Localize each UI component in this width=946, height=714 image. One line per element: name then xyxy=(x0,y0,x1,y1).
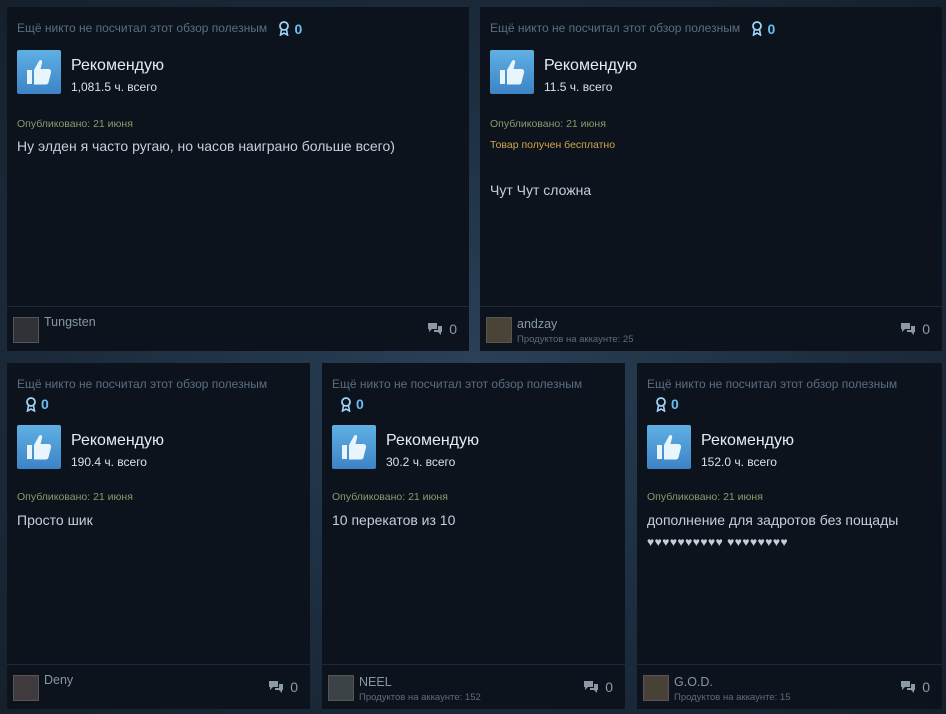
author-name[interactable]: andzay xyxy=(517,317,557,331)
award-ribbon-icon xyxy=(656,396,666,412)
comment-bubbles-icon xyxy=(901,681,916,693)
author-name[interactable]: NEEL xyxy=(359,675,392,689)
review-footer: G.O.D. Продуктов на аккаунте: 15 0 xyxy=(637,664,942,709)
review-footer: Tungsten 0 xyxy=(7,306,469,351)
thumbs-up-icon xyxy=(17,425,61,469)
helpful-status: Ещё никто не посчитал этот обзор полезны… xyxy=(17,20,302,37)
comments-count: 0 xyxy=(922,679,930,695)
award-button[interactable]: 0 xyxy=(340,396,364,412)
award-count: 0 xyxy=(671,396,679,412)
award-count: 0 xyxy=(356,396,364,412)
comments-button[interactable]: 0 xyxy=(427,321,457,337)
award-count: 0 xyxy=(767,20,776,37)
comments-count: 0 xyxy=(922,321,930,337)
products-count: Продуктов на аккаунте: 15 xyxy=(674,692,791,703)
thumbs-up-icon xyxy=(17,50,61,94)
recommendation-label[interactable]: Рекомендую xyxy=(386,432,479,450)
hours-played: 30.2 ч. всего xyxy=(386,455,456,469)
comment-bubbles-icon xyxy=(269,681,284,693)
thumbs-up-icon xyxy=(647,425,691,469)
helpful-text: Ещё никто не посчитал этот обзор полезны… xyxy=(647,377,898,391)
review-text: 10 перекатов из 10 xyxy=(332,512,456,528)
award-ribbon-icon xyxy=(26,396,36,412)
products-count: Продуктов на аккаунте: 25 xyxy=(517,334,634,345)
comment-bubbles-icon xyxy=(901,323,916,335)
review-text: Чут Чут сложна xyxy=(490,182,592,198)
award-ribbon-icon xyxy=(752,21,763,37)
award-button[interactable]: 0 xyxy=(25,396,49,412)
helpful-text: Ещё никто не посчитал этот обзор полезны… xyxy=(17,21,268,35)
comment-bubbles-icon xyxy=(428,323,443,335)
helpful-status: Ещё никто не посчитал этот обзор полезны… xyxy=(17,376,267,392)
author-name[interactable]: G.O.D. xyxy=(674,675,713,689)
review-footer: Deny 0 xyxy=(7,664,310,709)
hours-played: 1,081.5 ч. всего xyxy=(71,80,157,94)
helpful-status: Ещё никто не посчитал этот обзор полезны… xyxy=(332,376,582,392)
review-footer: NEEL Продуктов на аккаунте: 152 0 xyxy=(322,664,625,709)
recommendation-label[interactable]: Рекомендую xyxy=(71,57,164,75)
review-text: дополнение для задротов без пощады xyxy=(647,512,899,528)
award-count: 0 xyxy=(294,20,303,37)
thumbs-up-icon xyxy=(332,425,376,469)
comments-button[interactable]: 0 xyxy=(900,679,930,695)
hours-played: 190.4 ч. всего xyxy=(71,455,147,469)
award-count: 0 xyxy=(41,396,49,412)
thumbs-up-icon xyxy=(490,50,534,94)
posted-date: Опубликовано: 21 июня xyxy=(332,491,448,503)
recommendation-label[interactable]: Рекомендую xyxy=(701,432,794,450)
helpful-text: Ещё никто не посчитал этот обзор полезны… xyxy=(17,377,268,391)
posted-date: Опубликовано: 21 июня xyxy=(490,118,606,130)
hours-played: 11.5 ч. всего xyxy=(544,80,613,94)
avatar[interactable] xyxy=(13,317,39,343)
review-card: Ещё никто не посчитал этот обзор полезны… xyxy=(322,363,625,709)
avatar[interactable] xyxy=(643,675,669,701)
award-button[interactable]: 0 xyxy=(751,21,775,37)
award-button[interactable]: 0 xyxy=(278,21,302,37)
review-text: Просто шик xyxy=(17,512,93,528)
comments-count: 0 xyxy=(290,679,298,695)
received-free-notice: Товар получен бесплатно xyxy=(490,139,616,151)
avatar[interactable] xyxy=(328,675,354,701)
avatar[interactable] xyxy=(13,675,39,701)
helpful-status: Ещё никто не посчитал этот обзор полезны… xyxy=(647,376,897,392)
helpful-text: Ещё никто не посчитал этот обзор полезны… xyxy=(332,377,583,391)
avatar[interactable] xyxy=(486,317,512,343)
comment-bubbles-icon xyxy=(584,681,599,693)
helpful-status: Ещё никто не посчитал этот обзор полезны… xyxy=(490,20,775,37)
comments-button[interactable]: 0 xyxy=(583,679,613,695)
review-footer: andzay Продуктов на аккаунте: 25 0 xyxy=(480,306,942,351)
comments-count: 0 xyxy=(605,679,613,695)
products-count: Продуктов на аккаунте: 152 xyxy=(359,692,481,703)
review-card: Ещё никто не посчитал этот обзор полезны… xyxy=(7,363,310,709)
review-card: Ещё никто не посчитал этот обзор полезны… xyxy=(7,7,469,351)
review-text-hearts: ♥♥♥♥♥♥♥♥♥♥ ♥♥♥♥♥♥♥♥ xyxy=(647,535,789,549)
helpful-text: Ещё никто не посчитал этот обзор полезны… xyxy=(490,21,741,35)
award-ribbon-icon xyxy=(341,396,351,412)
award-button[interactable]: 0 xyxy=(655,396,679,412)
author-name[interactable]: Tungsten xyxy=(44,315,96,329)
comments-button[interactable]: 0 xyxy=(900,321,930,337)
review-card: Ещё никто не посчитал этот обзор полезны… xyxy=(480,7,942,351)
recommendation-label[interactable]: Рекомендую xyxy=(544,57,637,75)
review-text: Ну элден я часто ругаю, но часов наигран… xyxy=(17,138,395,154)
comments-count: 0 xyxy=(449,321,457,337)
author-name[interactable]: Deny xyxy=(44,673,73,687)
award-ribbon-icon xyxy=(279,21,290,37)
review-card: Ещё никто не посчитал этот обзор полезны… xyxy=(637,363,942,709)
posted-date: Опубликовано: 21 июня xyxy=(647,491,763,503)
posted-date: Опубликовано: 21 июня xyxy=(17,491,133,503)
hours-played: 152.0 ч. всего xyxy=(701,455,777,469)
recommendation-label[interactable]: Рекомендую xyxy=(71,432,164,450)
posted-date: Опубликовано: 21 июня xyxy=(17,118,133,130)
comments-button[interactable]: 0 xyxy=(268,679,298,695)
